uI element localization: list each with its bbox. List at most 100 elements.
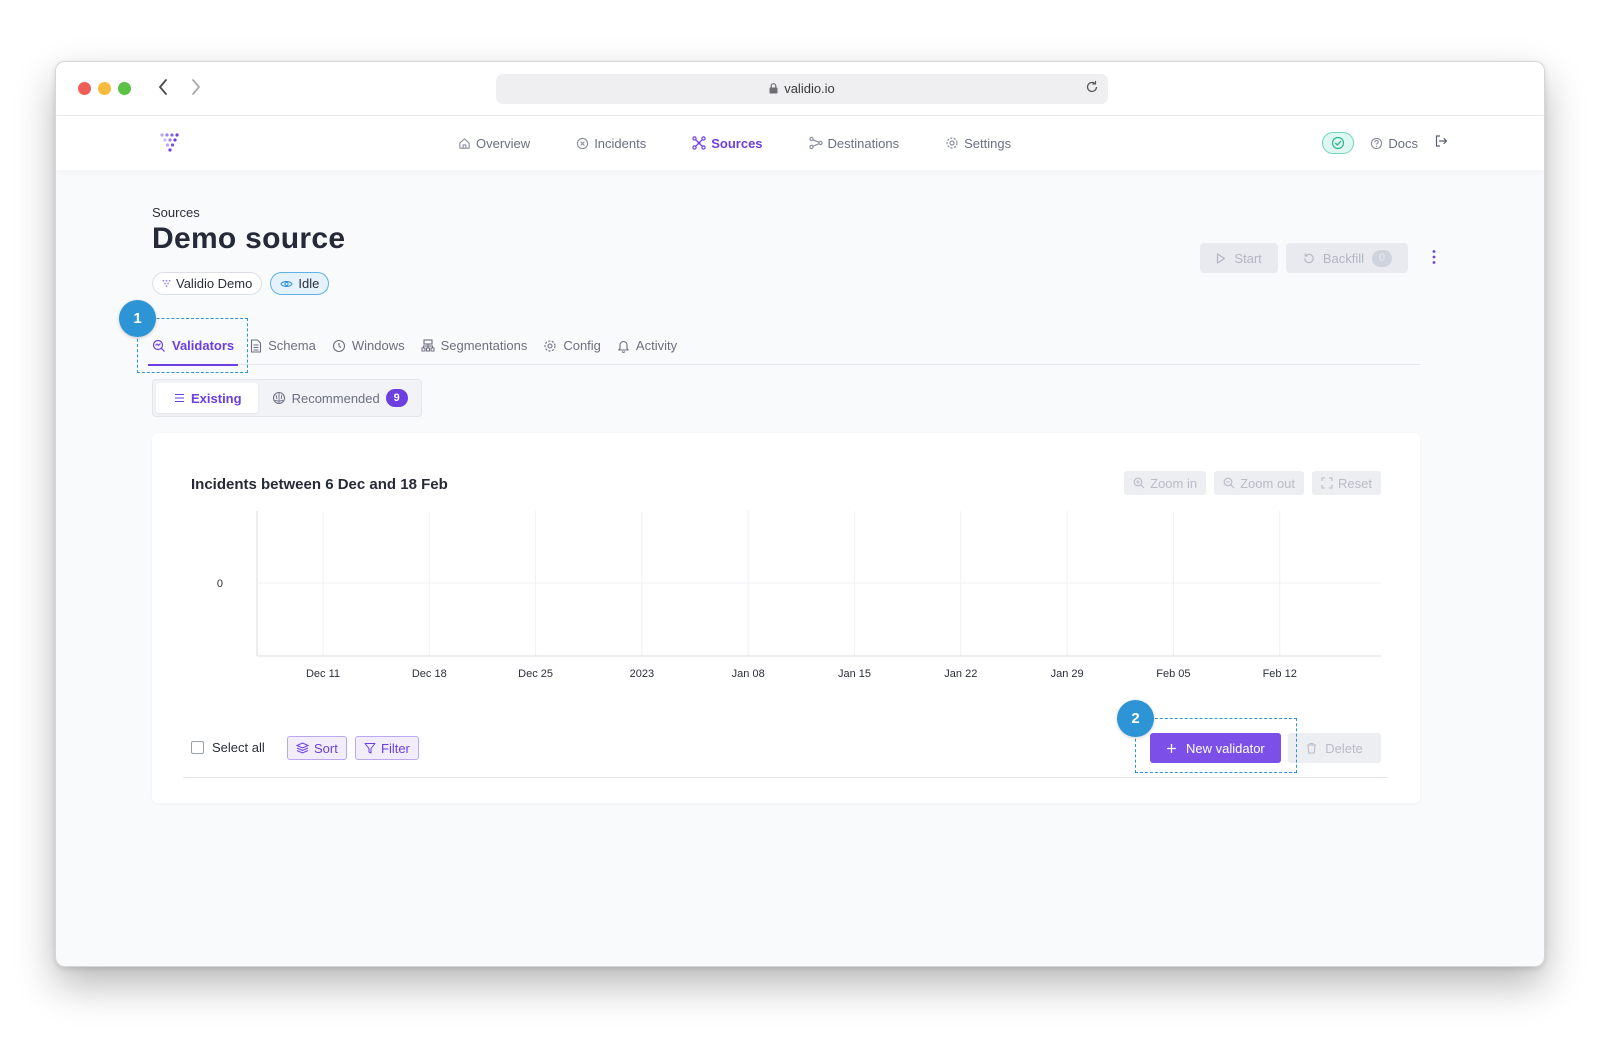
- zoom-in-icon: [1133, 477, 1145, 489]
- logout-icon[interactable]: [1434, 134, 1448, 153]
- gear-icon: [946, 137, 958, 149]
- callout-highlight-new-validator: [1135, 718, 1297, 773]
- tab-label: Windows: [351, 338, 405, 353]
- tab-activity[interactable]: Activity: [617, 327, 677, 365]
- source-tags: Validio Demo Idle: [152, 272, 330, 295]
- x-tick-label: Dec 25: [518, 668, 553, 680]
- source-actions: Start Backfill 0: [1200, 243, 1408, 273]
- filter-label: Filter: [381, 740, 410, 756]
- more-options-icon[interactable]: [1432, 249, 1436, 270]
- x-circle-icon: [577, 137, 589, 149]
- play-icon: [1217, 252, 1226, 264]
- x-tick-label: Jan 22: [944, 668, 977, 680]
- validator-subtabs: Existing Recommended 9: [152, 379, 422, 417]
- callout-marker: 2: [1117, 700, 1154, 737]
- network-icon: [692, 136, 706, 150]
- minimize-window-button[interactable]: [98, 82, 111, 95]
- url-text: validio.io: [784, 81, 835, 96]
- nav-item-settings[interactable]: Settings: [945, 136, 1011, 151]
- sort-button[interactable]: Sort: [287, 736, 347, 760]
- x-tick-label: Jan 29: [1051, 668, 1084, 680]
- subtab-label: Existing: [191, 390, 242, 406]
- main-nav: Overview Incidents Sources Destinations …: [458, 116, 1057, 170]
- list-icon: [175, 393, 184, 403]
- status-badge: Idle: [270, 272, 330, 295]
- select-all-checkbox[interactable]: [191, 741, 204, 754]
- delete-button[interactable]: Delete: [1288, 733, 1381, 763]
- tab-label: Segmentations: [440, 338, 528, 353]
- home-icon: [459, 137, 470, 149]
- bell-icon: [618, 340, 629, 353]
- select-all-label: Select all: [212, 740, 265, 755]
- breadcrumb[interactable]: Sources: [152, 205, 200, 220]
- x-tick-label: Dec 18: [412, 668, 447, 680]
- zoom-in-button[interactable]: Zoom in: [1124, 471, 1207, 495]
- browser-window: validio.io Overview Incidents Sources De…: [55, 61, 1545, 967]
- nav-item-sources[interactable]: Sources: [692, 136, 763, 151]
- gear-icon: [544, 339, 556, 352]
- workspace-tag-label: Validio Demo: [176, 276, 253, 291]
- tab-label: Activity: [635, 338, 678, 353]
- filter-button[interactable]: Filter: [355, 736, 419, 760]
- start-button[interactable]: Start: [1200, 243, 1278, 273]
- workspace-tag: Validio Demo: [152, 272, 263, 295]
- hierarchy-icon: [421, 338, 435, 351]
- incidents-chart: 0 Dec 11 Dec 18 Dec 25 2023 Jan 08 Jan 15 Jan …: [217, 511, 1381, 680]
- backfill-button[interactable]: Backfill 0: [1285, 243, 1408, 273]
- tab-schema[interactable]: Schema: [250, 327, 316, 365]
- zoom-in-label: Zoom in: [1150, 475, 1198, 491]
- zoom-out-button[interactable]: Zoom out: [1214, 471, 1305, 495]
- lock-icon: [769, 82, 778, 97]
- subtab-existing[interactable]: Existing: [156, 383, 258, 413]
- nav-item-overview[interactable]: Overview: [458, 136, 530, 151]
- nav-item-label: Incidents: [594, 135, 647, 151]
- reset-button[interactable]: Reset: [1312, 471, 1381, 495]
- forward-arrow-icon[interactable]: [186, 77, 206, 99]
- docs-link[interactable]: Docs: [1370, 136, 1418, 151]
- tab-config[interactable]: Config: [543, 327, 601, 365]
- tab-windows[interactable]: Windows: [332, 327, 405, 365]
- reload-icon[interactable]: [1084, 79, 1100, 100]
- tab-segmentations[interactable]: Segmentations: [421, 327, 528, 365]
- validio-mini-logo-icon: [162, 279, 171, 288]
- select-all[interactable]: Select all: [191, 740, 265, 755]
- subtab-recommended[interactable]: Recommended 9: [258, 383, 422, 413]
- chart-title: Incidents between 6 Dec and 18 Feb: [191, 476, 448, 493]
- layers-icon: [296, 742, 309, 754]
- close-window-button[interactable]: [78, 82, 91, 95]
- check-circle-icon: [1332, 136, 1345, 150]
- zoom-out-icon: [1223, 477, 1235, 489]
- recommended-count-badge: 9: [385, 389, 408, 407]
- status-badge-label: Idle: [298, 276, 320, 291]
- chart-zoom-controls: Zoom in Zoom out Reset: [1124, 471, 1381, 495]
- expand-icon: [1321, 477, 1333, 489]
- nav-item-label: Settings: [964, 135, 1012, 151]
- backfill-button-label: Backfill: [1322, 250, 1364, 266]
- trash-icon: [1307, 743, 1317, 754]
- x-tick-label: Feb 05: [1156, 668, 1190, 680]
- x-tick-label: Jan 15: [838, 668, 871, 680]
- reset-label: Reset: [1338, 475, 1372, 491]
- delete-label: Delete: [1325, 740, 1363, 756]
- y-tick-label: 0: [217, 578, 223, 590]
- x-tick-label: Dec 11: [306, 668, 340, 680]
- nav-item-destinations[interactable]: Destinations: [808, 136, 899, 151]
- nav-item-incidents[interactable]: Incidents: [576, 136, 646, 151]
- help-circle-icon: [1371, 137, 1383, 149]
- validio-logo-icon[interactable]: [158, 130, 182, 159]
- health-status-badge[interactable]: [1322, 132, 1355, 154]
- back-arrow-icon[interactable]: [153, 77, 173, 99]
- maximize-window-button[interactable]: [118, 82, 131, 95]
- x-tick-label: Feb 12: [1263, 668, 1297, 680]
- header-right: Docs: [1322, 116, 1448, 170]
- address-bar[interactable]: validio.io: [496, 74, 1108, 104]
- brain-icon: [272, 391, 285, 405]
- document-icon: [251, 338, 262, 353]
- divider: [183, 777, 1387, 778]
- sort-label: Sort: [314, 740, 338, 756]
- source-tabs: Validators Schema Windows Segmentations …: [147, 327, 1420, 366]
- filter-icon: [364, 743, 376, 754]
- x-tick-label: 2023: [630, 668, 654, 680]
- docs-label: Docs: [1388, 135, 1418, 151]
- page-title: Demo source: [152, 222, 346, 255]
